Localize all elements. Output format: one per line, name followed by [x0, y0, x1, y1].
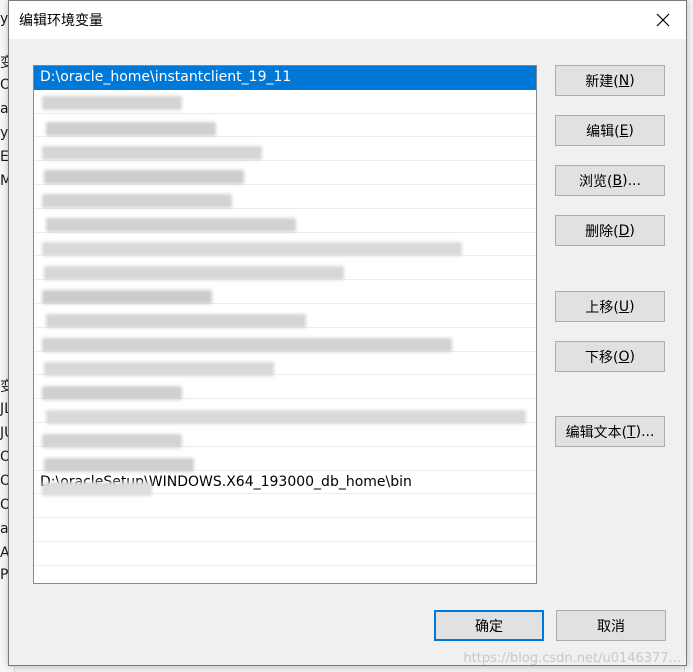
edit-text-button-label: 编辑文本( [565, 424, 628, 441]
edit-text-button-accel: T [627, 423, 636, 440]
edit-env-var-dialog: 编辑环境变量 D:\oracle_home\instantclient_19_1… [8, 0, 687, 666]
move-down-button-label-end: ) [629, 348, 635, 365]
edit-button-accel: E [619, 122, 629, 139]
list-item-selected[interactable]: D:\oracle_home\instantclient_19_11 [34, 66, 536, 90]
watermark-text: https://blog.csdn.net/u0146377... [463, 651, 681, 666]
new-button[interactable]: 新建(N) [555, 65, 665, 96]
delete-button[interactable]: 删除(D) [555, 215, 665, 246]
list-item[interactable] [34, 566, 536, 583]
cancel-button-label: 取消 [597, 618, 625, 635]
path-listbox[interactable]: D:\oracle_home\instantclient_19_11 D:\or… [33, 65, 537, 584]
new-button-label: 新建( [585, 73, 619, 90]
edit-text-button-label-end: )... [635, 423, 655, 440]
browse-button-label-end: )... [622, 172, 641, 189]
move-up-button[interactable]: 上移(U) [555, 291, 665, 322]
browse-button-label: 浏览( [579, 173, 613, 190]
browse-button-accel: B [612, 172, 623, 189]
move-up-button-accel: U [618, 298, 630, 315]
delete-button-label-end: ) [629, 222, 635, 239]
new-button-label-end: ) [629, 72, 635, 89]
dialog-title: 编辑环境变量 [19, 13, 103, 29]
delete-button-accel: D [618, 222, 630, 239]
move-down-button-accel: O [618, 348, 630, 365]
edit-button-label: 编辑( [586, 123, 620, 140]
ok-button[interactable]: 确定 [434, 610, 544, 641]
edit-button[interactable]: 编辑(E) [555, 115, 665, 146]
redacted-entries [34, 88, 536, 558]
close-icon [656, 13, 670, 27]
move-up-button-label: 上移( [585, 299, 619, 316]
title-bar: 编辑环境变量 [9, 1, 686, 39]
new-button-accel: N [618, 72, 630, 89]
browse-button[interactable]: 浏览(B)... [555, 165, 665, 196]
list-item-text: D:\oracle_home\instantclient_19_11 [40, 69, 292, 85]
move-down-button-label: 下移( [585, 349, 619, 366]
move-up-button-label-end: ) [629, 298, 635, 315]
close-button[interactable] [640, 1, 686, 39]
cancel-button[interactable]: 取消 [556, 610, 666, 641]
edit-button-label-end: ) [628, 122, 634, 139]
move-down-button[interactable]: 下移(O) [555, 341, 665, 372]
edit-text-button[interactable]: 编辑文本(T)... [555, 416, 665, 447]
delete-button-label: 删除( [585, 223, 619, 240]
ok-button-label: 确定 [475, 618, 503, 635]
